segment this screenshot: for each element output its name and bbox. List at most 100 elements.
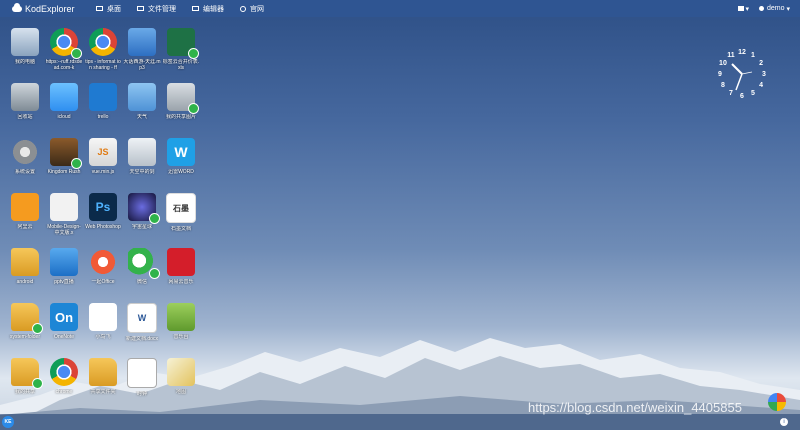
space-icon [128, 193, 160, 224]
shi-icon: 石墨 [166, 193, 196, 223]
desktop-icon-label: 时钟 [136, 391, 147, 397]
desktop-icon-label: 迅雷WORD [168, 169, 194, 175]
desktop-icon[interactable]: 我的共享 [6, 358, 44, 401]
clock-number: 10 [719, 60, 727, 67]
folder-icon [11, 358, 43, 389]
ali-icon [11, 193, 39, 221]
desktop-icon-label: 网易云音乐 [168, 279, 194, 285]
desktop-icon[interactable]: W 迅雷WORD [162, 138, 200, 181]
desktop-icon[interactable]: 网易云音乐 [162, 248, 200, 291]
desktop-icon-label: pptv直播 [54, 279, 74, 285]
clock-number: 8 [721, 82, 725, 89]
clock-icon [127, 358, 157, 388]
clock-number: 7 [729, 90, 733, 97]
desktop-icon[interactable]: 宇宙星球 [123, 193, 161, 236]
clock-hour-hand [731, 63, 743, 75]
desktop-icon[interactable]: 标签云合并价表.xls [162, 28, 200, 71]
desktop-icon[interactable]: icloud [45, 83, 83, 126]
desktop-icon[interactable]: 共享文件夹 [84, 358, 122, 401]
desktop-icon[interactable]: 微信 [123, 248, 161, 291]
desktop-icon-label: 回收站 [17, 114, 33, 120]
share-badge-icon [149, 268, 160, 279]
desktop-icon-label: 标签云合并价表.xls [162, 59, 200, 71]
desktop-icon[interactable]: chrome [45, 358, 83, 401]
watermark: https://blog.csdn.net/weixin_4405855 [528, 400, 742, 415]
clock-number: 6 [740, 93, 744, 100]
start-button[interactable]: KE [2, 416, 14, 428]
desktop-icon-label: Mobile-Design-中文版.x [47, 224, 81, 236]
desktop-icon[interactable]: system-folder [6, 303, 44, 346]
desktop-icon[interactable]: android [6, 248, 44, 291]
desktop-icon[interactable]: https:--ruff.rdsdead.com-k [45, 28, 83, 71]
pc-icon [11, 28, 39, 56]
desktop-icon-label: 天空中的剑 [129, 169, 155, 175]
folder-icon [11, 303, 43, 334]
desktop-icon[interactable]: 石墨 石墨文档 [162, 193, 200, 238]
chrome-icon [50, 358, 78, 386]
desktop-icon[interactable]: Mobile-Design-中文版.x [45, 193, 83, 236]
desktop-icon[interactable]: 天空中的剑 [123, 138, 161, 181]
trash-icon [11, 83, 39, 111]
clock-number: 9 [718, 71, 722, 78]
desktop-icon-label: icloud [57, 114, 71, 120]
clock-number: 5 [751, 90, 755, 97]
desktop-icon[interactable]: 系统设置 [6, 138, 44, 181]
clock-number: 4 [759, 82, 763, 89]
taskbar: KE i [0, 414, 800, 430]
share-badge-icon [71, 48, 82, 59]
desktop-icon[interactable]: 小鸟飞 [84, 303, 122, 346]
desktop-icon[interactable]: 大话西游-天涯.mp3 [123, 28, 161, 71]
bird-icon [89, 303, 117, 331]
desktop-icon-label: tips - informat ion sharing - ff [85, 59, 121, 71]
kingdom-icon [50, 138, 82, 169]
info-icon[interactable]: i [780, 418, 788, 426]
share-badge-icon [188, 103, 199, 114]
analog-clock-widget: 12 12 3 45678 9 1011 [718, 49, 766, 100]
desktop-icon-label: 石墨文档 [170, 226, 191, 232]
gear-icon [11, 138, 39, 166]
desktop-icon[interactable]: 音乐台 [162, 303, 200, 346]
desktop-icon[interactable]: 一起Office [84, 248, 122, 291]
desktop-icon[interactable]: 时钟 [123, 358, 161, 403]
desktop-icon-label: vue.min.js [91, 169, 115, 175]
desktop-icon[interactable]: tips - informat ion sharing - ff [84, 28, 122, 71]
share-badge-icon [32, 378, 43, 389]
desktop-icon[interactable]: Kingdom Rush [45, 138, 83, 181]
desktop-icon-label: 微信 [136, 279, 147, 285]
desktop-icon-label: system-folder [9, 334, 40, 340]
chrome-icon [50, 28, 82, 59]
gray-icon [167, 83, 199, 114]
desktop-icon-label: https:--ruff.rdsdead.com-k [45, 59, 83, 71]
colorful-logo-icon [768, 393, 786, 411]
ps-icon: Ps [89, 193, 117, 221]
desktop-icon[interactable]: 回收站 [6, 83, 44, 126]
desktop-icon[interactable]: 天气 [123, 83, 161, 126]
desktop-icon-label: 天气 [136, 114, 147, 120]
weather-icon [128, 83, 156, 111]
desktop-icon-label: 音乐台 [173, 334, 189, 340]
desktop-icon[interactable]: Ps Web Photoshop [84, 193, 122, 236]
desktop-icon[interactable]: pptv直播 [45, 248, 83, 291]
share-badge-icon [71, 158, 82, 169]
desktop-icon-label: 我的共享图片 [165, 114, 196, 120]
desktop-icon-label: 我的共享 [14, 389, 35, 395]
share-badge-icon [32, 323, 43, 334]
desktop-icon-label: 宇宙星球 [131, 224, 152, 230]
js-icon: JS [89, 138, 117, 166]
clock-minute-hand [735, 73, 743, 91]
desktop-icon[interactable]: 阿里云 [6, 193, 44, 236]
desktop-icon-label: OneNote [53, 334, 74, 340]
desktop-icon[interactable]: W 新建文档.docx [123, 303, 161, 348]
desktop-icon-label: 小鸟飞 [95, 334, 111, 340]
desktop-icon[interactable]: 我的电脑 [6, 28, 44, 71]
desktop-icon[interactable]: 地图 [162, 358, 200, 401]
desktop-icon[interactable]: trello [84, 83, 122, 126]
chrome-icon [89, 28, 117, 56]
desktop-icon[interactable]: 我的共享图片 [162, 83, 200, 126]
desktop-icon[interactable]: On OneNote [45, 303, 83, 346]
desktop-icon-label: Web Photoshop [85, 224, 121, 230]
share-badge-icon [149, 213, 160, 224]
desktop-icon[interactable]: JS vue.min.js [84, 138, 122, 181]
trello-icon [89, 83, 117, 111]
desktop-icon-label: Kingdom Rush [47, 169, 81, 175]
